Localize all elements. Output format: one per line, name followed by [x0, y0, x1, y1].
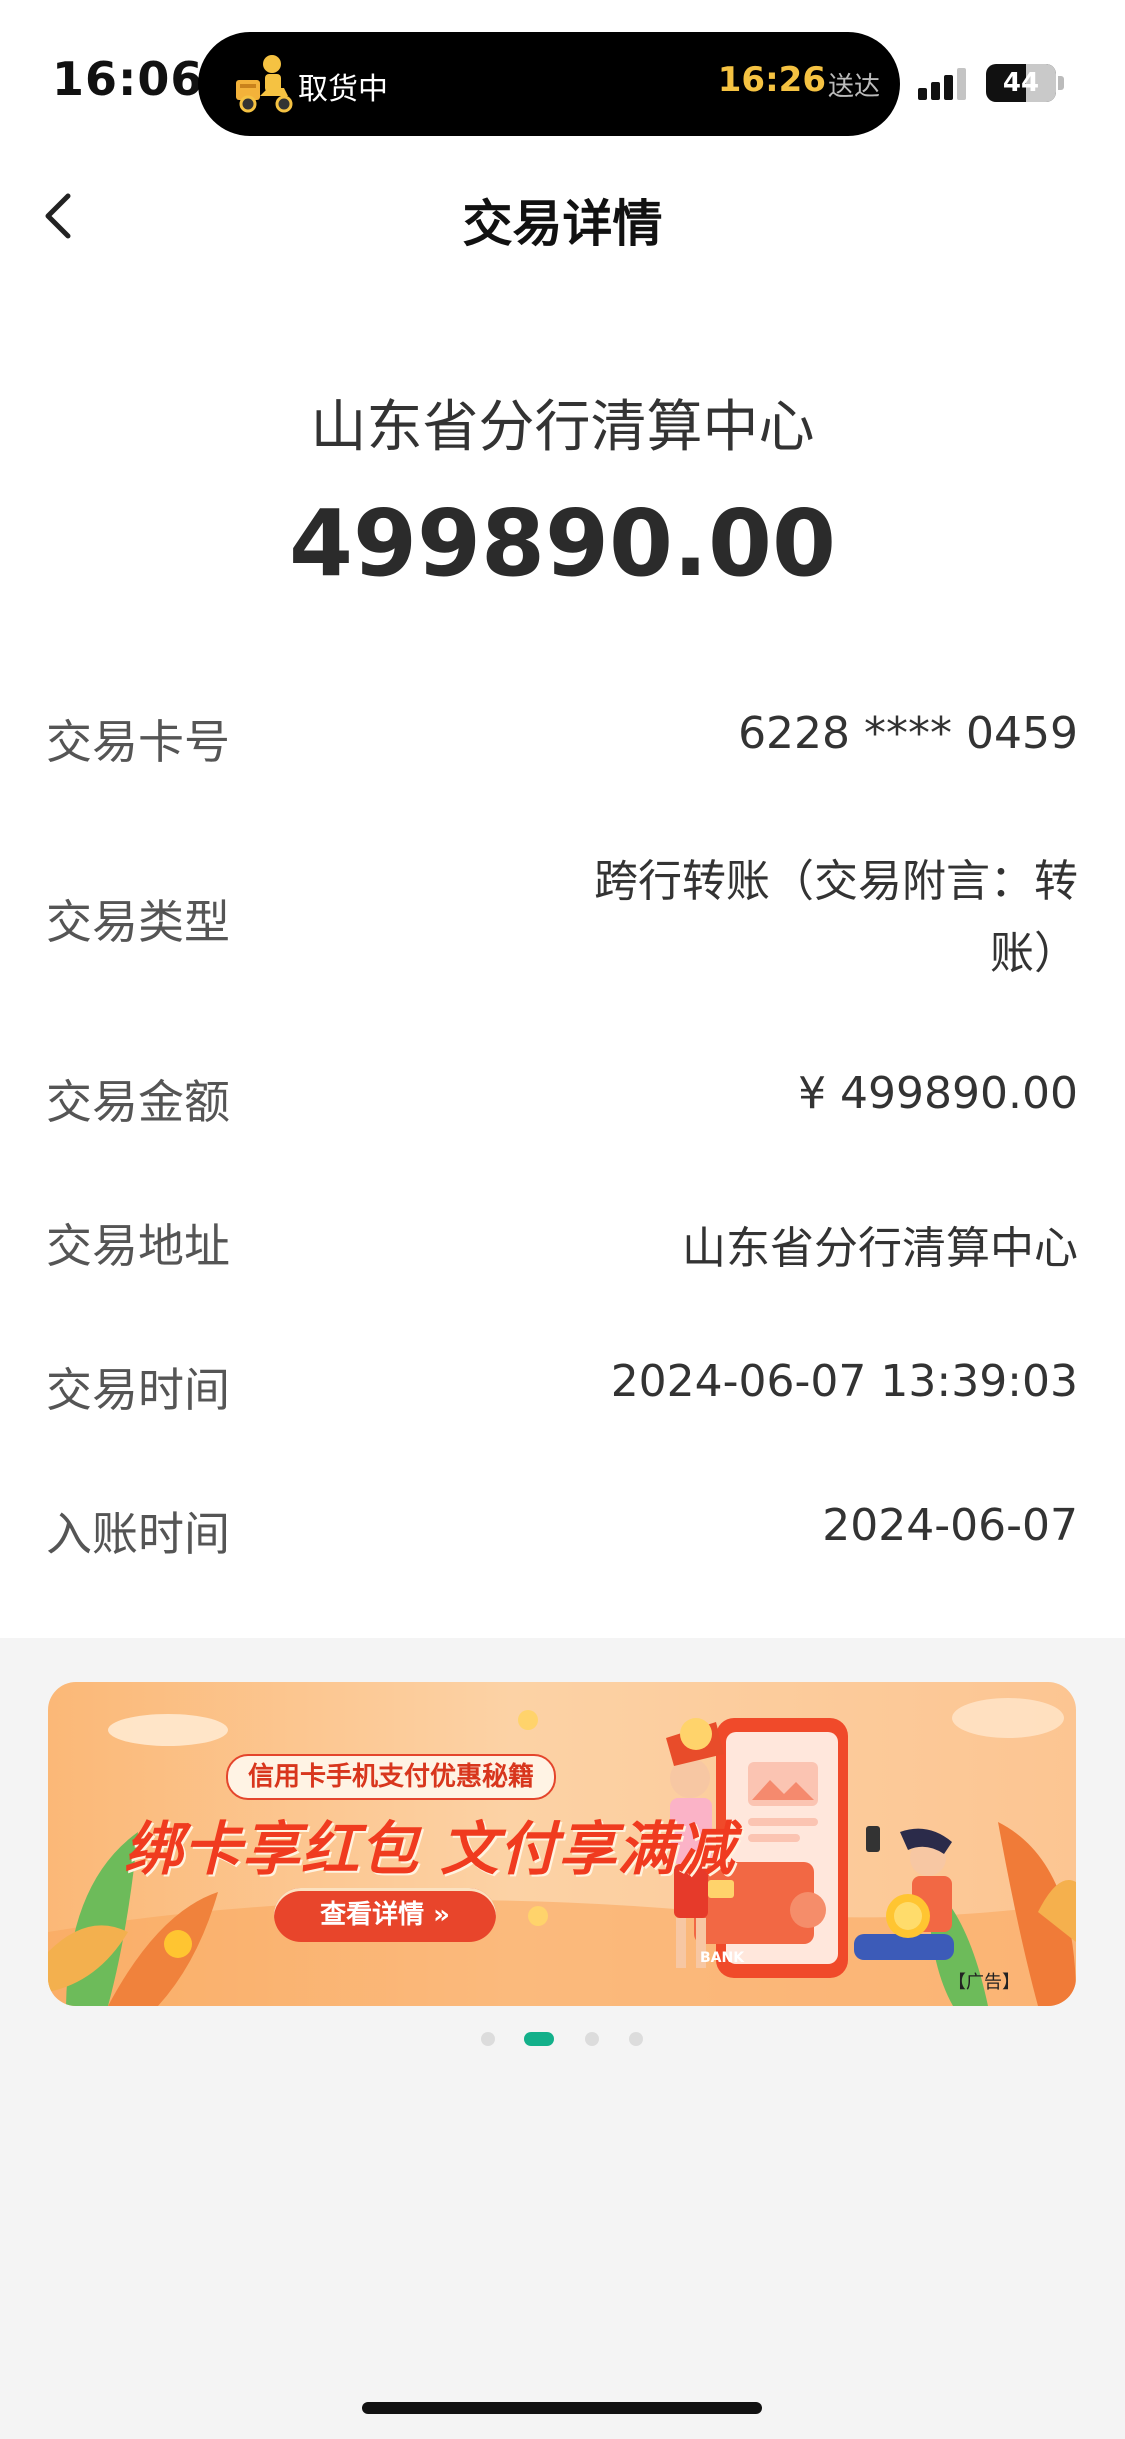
- island-eta-suffix: 送达: [827, 72, 880, 102]
- card-bank-text: BANK: [700, 1950, 745, 1966]
- amount-value: ¥ 499890.00: [798, 1068, 1078, 1119]
- card-number-label: 交易卡号: [46, 715, 230, 769]
- battery-level: 44: [1002, 68, 1040, 98]
- banner-headline: 绑卡享红包 文付享满减: [124, 1815, 736, 1883]
- banner-subtitle: 信用卡手机支付优惠秘籍: [226, 1754, 557, 1800]
- banner-view-details-button[interactable]: 查看详情 »: [274, 1888, 496, 1942]
- carousel-dot[interactable]: [629, 2032, 643, 2046]
- delivery-rider-icon: [236, 55, 293, 113]
- carousel-indicator: [0, 2028, 1125, 2046]
- amount-label: 交易金额: [46, 1075, 230, 1129]
- promo-banner[interactable]: 信用卡手机支付优惠秘籍 绑卡享红包 文付享满减 查看详情 » BANK 【广告】: [48, 1682, 1076, 2006]
- transaction-type-line-2: 账）: [990, 928, 1078, 979]
- location-label: 交易地址: [46, 1219, 230, 1273]
- payee-name: 山东省分行清算中心: [310, 395, 815, 460]
- cellular-signal-icon: [918, 68, 966, 100]
- live-activity-island[interactable]: 取货中 16:26 送达: [198, 32, 900, 136]
- transaction-time-label: 交易时间: [46, 1363, 230, 1417]
- page-title: 交易详情: [462, 195, 663, 253]
- location-value: 山东省分行清算中心: [682, 1223, 1078, 1274]
- transaction-amount: 499890.00: [288, 490, 837, 597]
- transaction-type-line-1: 跨行转账（交易附言：转: [594, 856, 1078, 907]
- home-indicator[interactable]: [362, 2402, 762, 2414]
- transaction-type-value: 跨行转账（交易附言：转 账）: [518, 846, 1078, 990]
- transaction-time-value: 2024-06-07 13:39:03: [610, 1356, 1078, 1407]
- card-number-value: 6228 **** 0459: [738, 708, 1078, 759]
- carousel-dot[interactable]: [585, 2032, 599, 2046]
- posting-date-value: 2024-06-07: [822, 1500, 1078, 1551]
- battery-tip: [1058, 76, 1064, 90]
- posting-date-label: 入账时间: [46, 1507, 230, 1561]
- island-status-text: 取货中: [298, 72, 388, 107]
- battery-icon: 44: [986, 64, 1056, 102]
- transaction-type-label: 交易类型: [46, 895, 230, 949]
- carousel-dot-active[interactable]: [524, 2032, 554, 2046]
- carousel-dot[interactable]: [481, 2032, 495, 2046]
- status-time: 16:06: [52, 52, 204, 106]
- ad-tag: 【广告】: [948, 1972, 1020, 1993]
- island-eta-time: 16:26: [717, 60, 826, 100]
